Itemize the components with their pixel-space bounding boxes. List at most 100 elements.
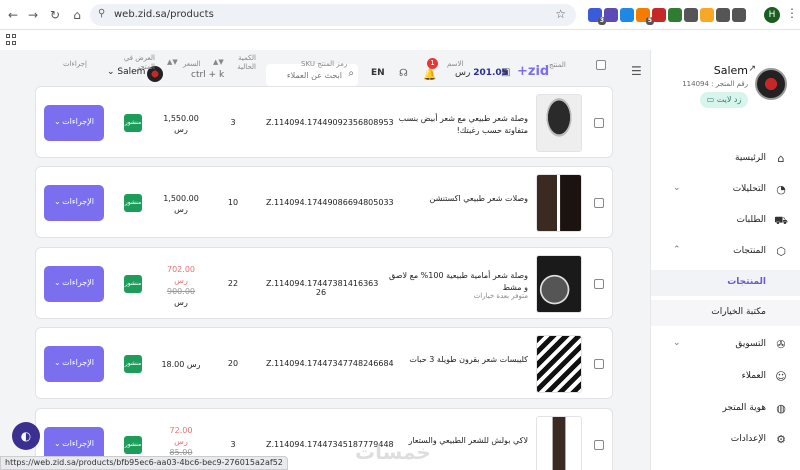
col-head-sku[interactable]: رمز المنتج SKU <box>301 60 347 69</box>
extension-clipboard-icon[interactable] <box>716 8 730 22</box>
product-thumbnail[interactable] <box>536 255 582 313</box>
plan-badge[interactable]: ▭ زد لايت <box>700 92 748 108</box>
chevron-down-icon: ⌄ <box>54 197 61 206</box>
product-name[interactable]: كليبسات شعر بقرون طويلة 3 حبات <box>388 354 528 366</box>
support-headset-icon[interactable]: ☊ <box>399 68 408 79</box>
product-name[interactable]: وصلات شعر طبيعي اكستنشن <box>388 193 528 205</box>
product-thumbnail[interactable] <box>536 335 582 393</box>
home-icon: ⌂ <box>777 152 785 165</box>
product-price: 702.00 رس 900.00 رس <box>156 264 206 308</box>
qty-sort-icon[interactable]: ▲▼ <box>213 58 224 66</box>
product-thumbnail[interactable] <box>536 416 582 470</box>
product-name[interactable]: وصلة شعر طبيعي مع شعر أبيض بنسب متفاوتة … <box>388 113 528 137</box>
published-badge[interactable]: منشور <box>124 275 142 293</box>
sidebar-item-8[interactable]: ◍ هوية المتجر <box>651 396 800 422</box>
menu-toggle-icon[interactable]: ☰ <box>631 64 642 78</box>
chevron-icon[interactable]: ⌄ <box>673 183 681 193</box>
published-badge[interactable]: منشور <box>124 114 142 132</box>
extension-orange-icon[interactable]: 5 <box>636 8 654 25</box>
actions-dropdown-button[interactable]: الإجراءات ⌄ <box>44 346 104 382</box>
watermark: خمسات <box>355 440 431 464</box>
product-price: 1,500.00 رس <box>156 193 206 215</box>
extension-blue-icon[interactable]: 3 <box>588 8 606 25</box>
sidebar-item-4[interactable]: المنتجات <box>651 270 800 296</box>
extension-star-icon[interactable] <box>652 8 666 22</box>
chevron-icon[interactable]: ⌄ <box>673 338 681 348</box>
extension-amazon-icon[interactable] <box>700 8 714 22</box>
reload-icon[interactable]: ↻ <box>48 8 62 22</box>
browser-menu-icon[interactable]: ⋮ <box>786 6 798 20</box>
sidebar-item-1[interactable]: ◔ التحليلات ⌄ <box>651 177 800 203</box>
col-head-price[interactable]: السعر <box>183 60 201 69</box>
browser-toolbar: ← → ↻ ⌂ ⚲ web.zid.sa/products ☆ 3 5 H ⋮ <box>0 0 800 30</box>
extension-puzzle-icon[interactable] <box>732 8 746 22</box>
app-topbar: ☰ +zid ▣ 201.05 رس 🔔 1 ☊ EN ⌕ ctrl + k ⌄… <box>35 50 650 86</box>
product-row[interactable]: وصلة شعر أمامية طبيعية 100% مع لاصق و مش… <box>35 247 613 319</box>
site-info-icon[interactable]: ⚲ <box>98 8 105 19</box>
actions-dropdown-button[interactable]: الإجراءات ⌄ <box>44 266 104 302</box>
external-link-icon[interactable]: ↗ <box>748 64 756 74</box>
actions-dropdown-button[interactable]: الإجراءات ⌄ <box>44 105 104 141</box>
address-bar[interactable]: ⚲ web.zid.sa/products ☆ <box>90 4 576 26</box>
bookmark-star-icon[interactable]: ☆ <box>555 7 566 21</box>
col-head-name[interactable]: الاسم <box>447 60 463 69</box>
row-checkbox[interactable] <box>594 198 604 208</box>
forward-icon[interactable]: → <box>26 8 40 22</box>
wallet-balance[interactable]: 201.05 رس <box>455 68 508 78</box>
sidebar-item-7[interactable]: ☺ العملاء <box>651 364 800 390</box>
cart-icon: ⛟ <box>774 214 788 227</box>
price-line: 18.00 رس <box>156 359 206 370</box>
notification-bell-icon[interactable]: 🔔 <box>423 68 437 81</box>
actions-dropdown-button[interactable]: الإجراءات ⌄ <box>44 185 104 221</box>
apps-grid-icon[interactable] <box>6 34 17 45</box>
back-icon[interactable]: ← <box>6 8 20 22</box>
sidebar-item-0[interactable]: ⌂ الرئيسية <box>651 146 800 172</box>
product-row[interactable]: كليبسات شعر بقرون طويلة 3 حبات Z.114094.1… <box>35 327 613 399</box>
profile-avatar[interactable]: H <box>764 7 780 23</box>
col-head-qty[interactable]: الكمية الحالية <box>230 54 256 72</box>
sidebar-item-label: التحليلات <box>732 184 766 194</box>
chevron-icon[interactable]: ⌃ <box>673 245 681 255</box>
row-checkbox[interactable] <box>594 118 604 128</box>
chevron-down-icon: ⌄ <box>54 278 61 287</box>
analytics-icon: ◔ <box>776 183 786 196</box>
search-shortcut: ctrl + k <box>191 70 225 80</box>
product-thumbnail[interactable] <box>536 174 582 232</box>
price-sort-icon[interactable]: ▲▼ <box>167 58 178 66</box>
sidebar-item-6[interactable]: ✇ التسويق ⌄ <box>651 332 800 358</box>
sidebar-item-9[interactable]: ⚙ الإعدادات <box>651 427 800 453</box>
language-switch[interactable]: EN <box>371 68 385 78</box>
sidebar-item-label: الإعدادات <box>730 434 766 444</box>
status-bar-url: https://web.zid.sa/products/bfb95ec6-aa0… <box>0 456 288 470</box>
select-all-checkbox[interactable] <box>596 60 606 70</box>
store-logo[interactable] <box>755 68 787 100</box>
sidebar-item-2[interactable]: ⛟ الطلبات <box>651 208 800 234</box>
product-row[interactable]: وصلات شعر طبيعي اكستنشن Z.114094.17449086… <box>35 166 613 238</box>
chat-icon[interactable]: ◐ <box>12 422 40 450</box>
sidebar-item-label: المنتجات <box>733 246 766 256</box>
col-head-show[interactable]: العرض في المتجر <box>119 54 155 72</box>
megaphone-icon: ✇ <box>776 338 786 351</box>
store-name[interactable]: Salem <box>714 64 748 77</box>
extension-m-icon[interactable] <box>620 8 634 22</box>
box-icon: ⬡ <box>776 245 786 258</box>
row-checkbox[interactable] <box>594 440 604 450</box>
extension-image-icon[interactable] <box>668 8 682 22</box>
sidebar-item-5[interactable]: مكتبة الخيارات <box>651 300 800 326</box>
published-badge[interactable]: منشور <box>124 436 142 454</box>
row-checkbox[interactable] <box>594 279 604 289</box>
published-badge[interactable]: منشور <box>124 355 142 373</box>
currency: رس <box>174 437 188 446</box>
zid-logo[interactable]: +zid <box>517 64 549 79</box>
home-icon[interactable]: ⌂ <box>70 8 84 22</box>
sidebar-item-3[interactable]: ⬡ المنتجات ⌃ <box>651 239 800 265</box>
url-text[interactable]: web.zid.sa/products <box>114 9 214 20</box>
search-input[interactable] <box>270 67 342 83</box>
row-checkbox[interactable] <box>594 359 604 369</box>
extension-purple-icon[interactable] <box>604 8 618 22</box>
product-thumbnail[interactable] <box>536 94 582 152</box>
extension-camera-icon[interactable] <box>684 8 698 22</box>
product-row[interactable]: وصلة شعر طبيعي مع شعر أبيض بنسب متفاوتة … <box>35 86 613 158</box>
published-badge[interactable]: منشور <box>124 194 142 212</box>
product-name[interactable]: وصلة شعر أمامية طبيعية 100% مع لاصق و مش… <box>388 270 528 294</box>
